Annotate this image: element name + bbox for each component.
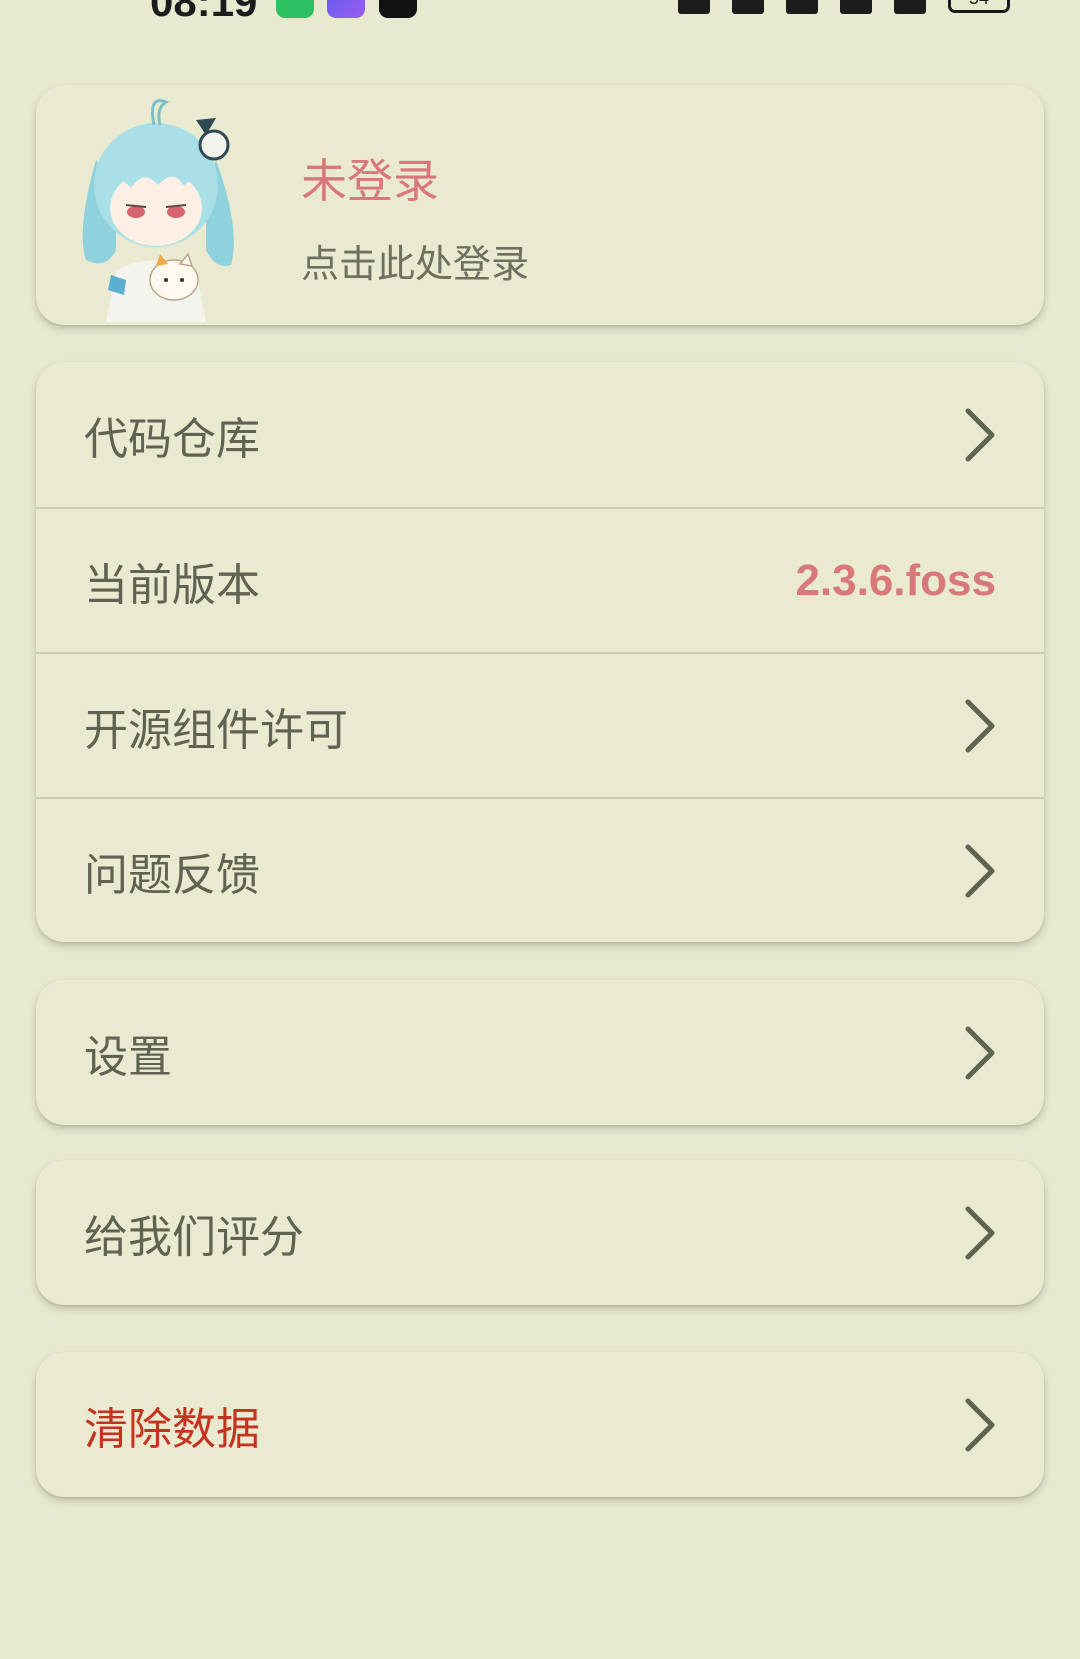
menu-item-label: 给我们评分 — [84, 1211, 304, 1263]
about-group: 代码仓库 当前版本 2.3.6.foss 开源组件许可 问题反馈 — [36, 362, 1044, 942]
menu-item-feedback[interactable]: 问题反馈 — [36, 797, 1044, 942]
menu-item-label: 设置 — [84, 1031, 172, 1083]
chevron-right-icon — [965, 844, 995, 897]
avatar — [82, 99, 234, 322]
mute-icon — [732, 0, 764, 14]
tiktok-notification-icon — [379, 0, 417, 18]
login-status-title: 未登录 — [301, 154, 439, 208]
wechat-notification-icon — [276, 0, 314, 18]
chevron-right-icon — [965, 1398, 995, 1451]
settings-group: 设置 — [36, 980, 1044, 1125]
menu-item-label: 当前版本 — [84, 559, 260, 611]
chevron-right-icon — [965, 699, 995, 752]
chevron-right-icon — [965, 1026, 995, 1079]
login-hint: 点击此处登录 — [301, 242, 530, 286]
menu-item-label: 代码仓库 — [84, 413, 260, 465]
menu-item-label: 清除数据 — [84, 1403, 260, 1455]
status-icons: 54 — [678, 0, 1010, 14]
chevron-right-icon — [965, 408, 995, 461]
menu-item-licenses[interactable]: 开源组件许可 — [36, 652, 1044, 797]
hd-icon — [840, 0, 872, 14]
menu-item-label: 开源组件许可 — [84, 704, 348, 756]
clear-data-group: 清除数据 — [36, 1352, 1044, 1497]
menu-item-rate[interactable]: 给我们评分 — [36, 1160, 1044, 1305]
version-value: 2.3.6.foss — [795, 555, 996, 605]
menu-item-clear-data[interactable]: 清除数据 — [36, 1352, 1044, 1497]
nfc-icon — [678, 0, 710, 14]
battery-icon: 54 — [948, 0, 1010, 13]
chevron-right-icon — [965, 1206, 995, 1259]
app-notification-icon — [327, 0, 365, 18]
login-card[interactable]: 未登录 点击此处登录 — [36, 85, 1044, 325]
menu-item-version: 当前版本 2.3.6.foss — [36, 507, 1044, 652]
menu-item-repository[interactable]: 代码仓库 — [36, 362, 1044, 507]
menu-item-settings[interactable]: 设置 — [36, 980, 1044, 1125]
wifi-icon — [786, 0, 818, 14]
signal-icon — [894, 0, 926, 14]
status-time: 08:19 — [150, 0, 258, 25]
status-bar: 08:19 54 — [0, 0, 1080, 40]
menu-item-label: 问题反馈 — [84, 849, 260, 901]
rate-group: 给我们评分 — [36, 1160, 1044, 1305]
